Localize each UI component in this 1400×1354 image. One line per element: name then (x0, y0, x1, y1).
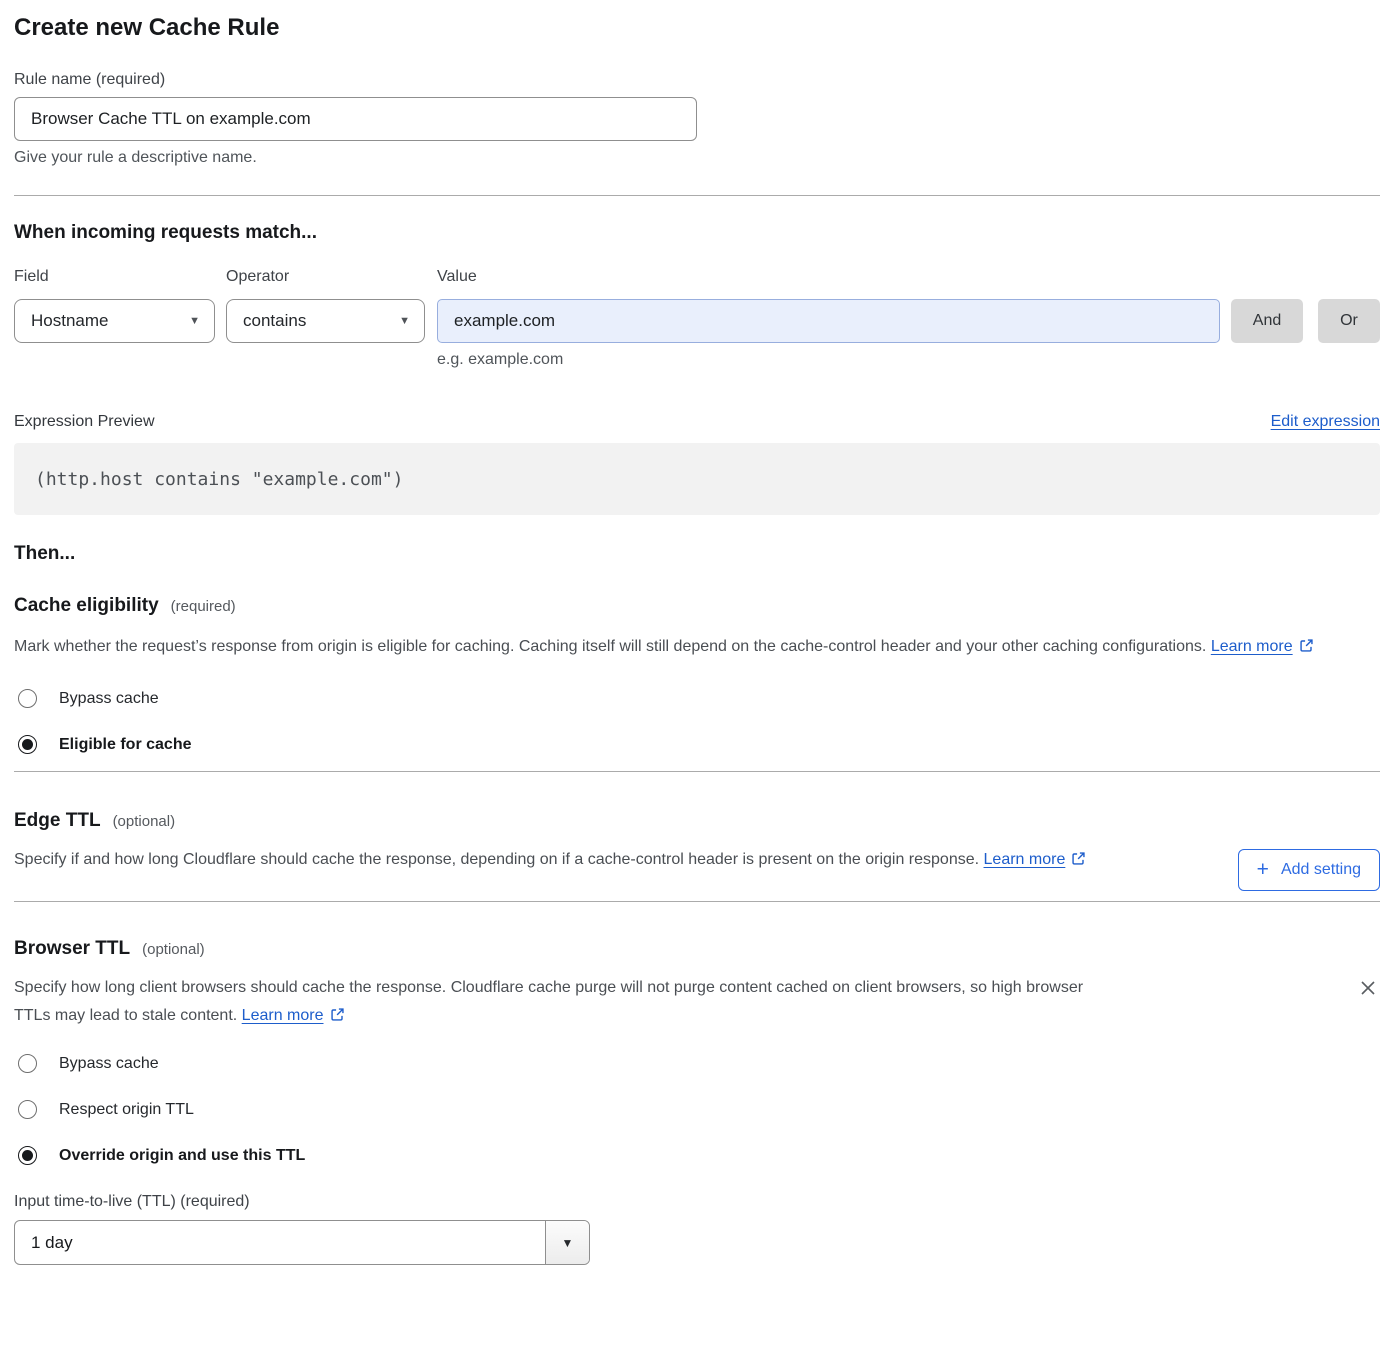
value-label: Value (437, 268, 477, 286)
rule-name-input[interactable] (14, 97, 697, 141)
radio-override-origin-ttl[interactable]: Override origin and use this TTL (14, 1146, 305, 1165)
external-link-icon (1299, 640, 1314, 657)
create-cache-rule-form: Create new Cache Rule Rule name (require… (0, 0, 1400, 1281)
page-title: Create new Cache Rule (14, 14, 1380, 42)
add-setting-button[interactable]: + Add setting (1238, 849, 1380, 891)
expression-preview-label: Expression Preview (14, 413, 155, 431)
browser-ttl-title: Browser TTL (14, 938, 130, 960)
rule-name-label: Rule name (required) (14, 71, 1380, 89)
edge-ttl-description: Specify if and how long Cloudflare shoul… (14, 846, 1114, 876)
edge-ttl-heading-row: Edge TTL (optional) (14, 810, 1380, 832)
match-column-labels: Field Operator Value (14, 268, 1380, 286)
cache-eligibility-section: Cache eligibility (required) Mark whethe… (14, 595, 1380, 754)
edge-ttl-section: Edge TTL (optional) + Add setting Specif… (14, 810, 1380, 876)
or-button[interactable]: Or (1318, 299, 1380, 343)
ttl-select[interactable]: 1 day ▼ (14, 1220, 590, 1265)
radio-eligible-for-cache[interactable]: Eligible for cache (14, 735, 191, 754)
section-divider (14, 195, 1380, 196)
chevron-down-icon: ▼ (399, 315, 410, 327)
cache-eligibility-qualifier: (required) (171, 598, 236, 615)
external-link-icon (330, 1009, 345, 1026)
browser-ttl-description: Specify how long client browsers should … (14, 974, 1109, 1032)
operator-select[interactable]: contains ▼ (226, 299, 425, 343)
chevron-down-icon: ▼ (189, 315, 200, 327)
ttl-select-value: 1 day (15, 1221, 545, 1264)
expression-preview-row: Expression Preview Edit expression (14, 413, 1380, 431)
radio-icon (18, 1100, 37, 1119)
chevron-down-icon: ▼ (562, 1236, 574, 1250)
browser-ttl-section: Browser TTL (optional) Specify how long … (14, 938, 1380, 1265)
edge-ttl-qualifier: (optional) (113, 813, 176, 830)
operator-label: Operator (226, 268, 437, 286)
learn-more-link[interactable]: Learn more (242, 1007, 324, 1024)
then-heading: Then... (14, 543, 1380, 565)
edit-expression-link[interactable]: Edit expression (1271, 413, 1380, 431)
browser-ttl-heading-row: Browser TTL (optional) (14, 938, 1380, 960)
expression-code-block: (http.host contains "example.com") (14, 443, 1380, 515)
section-divider (14, 901, 1380, 902)
cache-eligibility-heading-row: Cache eligibility (required) (14, 595, 1380, 617)
radio-icon (18, 1146, 37, 1165)
rule-name-helper: Give your rule a descriptive name. (14, 149, 1380, 167)
external-link-icon (1071, 853, 1086, 870)
field-select[interactable]: Hostname ▼ (14, 299, 215, 343)
value-helper: e.g. example.com (437, 351, 1380, 369)
radio-bypass-cache[interactable]: Bypass cache (14, 689, 159, 708)
field-select-value: Hostname (31, 311, 108, 331)
ttl-select-dropdown-button[interactable]: ▼ (545, 1221, 589, 1264)
ttl-input-label: Input time-to-live (TTL) (required) (14, 1193, 1380, 1211)
radio-icon (18, 689, 37, 708)
radio-respect-origin-ttl[interactable]: Respect origin TTL (14, 1100, 194, 1119)
and-button[interactable]: And (1231, 299, 1303, 343)
match-heading: When incoming requests match... (14, 222, 1380, 244)
cache-eligibility-description: Mark whether the request’s response from… (14, 633, 1354, 663)
expression-code: (http.host contains "example.com") (35, 469, 403, 490)
edge-ttl-title: Edge TTL (14, 810, 101, 832)
close-icon[interactable] (1356, 976, 1380, 1000)
radio-icon (18, 735, 37, 754)
operator-select-value: contains (243, 311, 306, 331)
radio-icon (18, 1054, 37, 1073)
radio-browser-bypass-cache[interactable]: Bypass cache (14, 1054, 159, 1073)
learn-more-link[interactable]: Learn more (1211, 638, 1293, 655)
plus-icon: + (1257, 859, 1269, 880)
field-label: Field (14, 268, 226, 286)
cache-eligibility-title: Cache eligibility (14, 595, 159, 617)
value-input[interactable] (437, 299, 1220, 343)
learn-more-link[interactable]: Learn more (984, 851, 1066, 868)
match-controls-row: Hostname ▼ contains ▼ And Or (14, 299, 1380, 343)
section-divider (14, 771, 1380, 772)
browser-ttl-qualifier: (optional) (142, 941, 205, 958)
